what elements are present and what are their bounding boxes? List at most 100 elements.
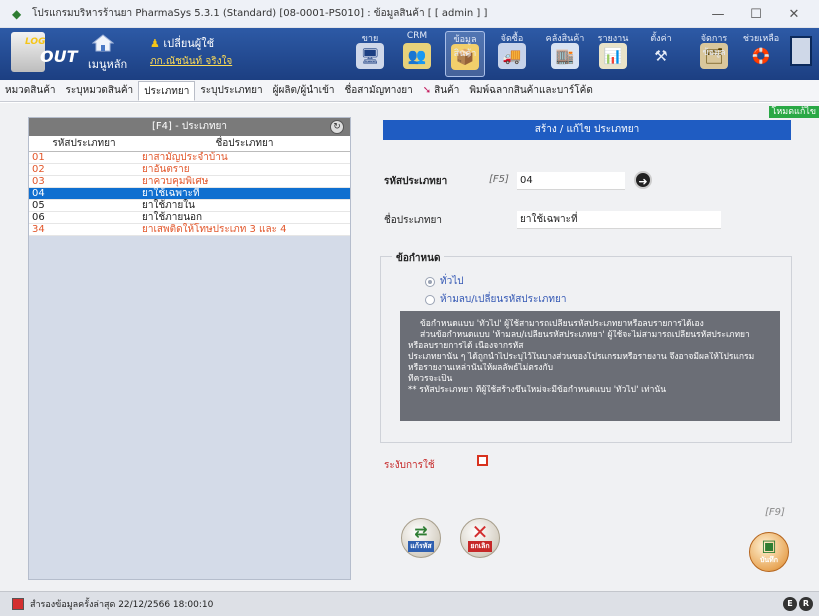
main-content: โหมดแก้ไข [F4] - ประเภทยา ↻ รหัสประเภทยา… (0, 103, 819, 591)
tab-assign-product-category[interactable]: ระบุหมวดสินค้า (61, 81, 139, 101)
row-code: 01 (32, 152, 45, 163)
note-line: หรือลบรายการได้ เนื่องจากรหัส (408, 341, 524, 351)
list-header: รหัสประเภทยา ชื่อประเภทยา (29, 136, 350, 152)
lookup-arrow-icon[interactable]: ➜ (634, 171, 652, 189)
ribbon-product-data-button[interactable]: ข้อมูลสินค้า 📦 (445, 31, 485, 77)
column-header-code[interactable]: รหัสประเภทยา (29, 136, 139, 151)
list-title-bar: [F4] - ประเภทยา ↻ (29, 118, 350, 136)
row-name: ยาใช้ภายนอก (142, 212, 203, 223)
code-hotkey-hint: [F5] (489, 174, 509, 185)
ribbon-settings-button[interactable]: ตั้งค่า ⚒ (641, 31, 681, 77)
close-button[interactable]: ✕ (775, 0, 813, 28)
note-line: ส่วนข้อกำหนดแบบ 'ห้ามลบ/เปลี่ยนรหัสประเภ… (420, 330, 750, 340)
minimize-button[interactable]: — (699, 0, 737, 28)
ribbon-warehouse-button[interactable]: คลังสินค้า 🏬 (545, 31, 585, 77)
save-button[interactable]: ▣ บันทึก (749, 532, 789, 572)
tab-product-category[interactable]: หมวดสินค้า (0, 81, 61, 101)
radio-dot-unchecked (425, 294, 435, 305)
note-line: หรือรายงานเหล่านั้นให้ผลลัพธ์ไม่ตรงกับ (408, 363, 554, 373)
radio-dot-checked (425, 276, 435, 287)
title-bar: ◆ โปรแกรมบริหารร้านยา PharmaSys 5.3.1 (S… (0, 0, 819, 28)
table-row[interactable]: 03 ยาควบคุมพิเศษ (29, 176, 350, 188)
tab-generic-name[interactable]: ชื่อสามัญทางยา (340, 81, 418, 101)
row-name: ยาอันตราย (142, 164, 190, 175)
help-lifebuoy-icon: 🛟 (751, 47, 771, 65)
tab-print-label-barcode[interactable]: พิมพ์ฉลากสินค้าและบาร์โค้ด (464, 81, 597, 101)
ribbon-crm-button[interactable]: CRM 👥 (397, 31, 437, 77)
ribbon-sales-label: ขาย (361, 34, 379, 44)
ribbon-sales-button[interactable]: ขาย 🖥 (350, 31, 390, 77)
note-line: ** รหัสประเภทยา ที่ผู้ใช้สร้างขึ้นใหม่จะ… (408, 385, 667, 395)
last-backup-text: สำรองข้อมูลครั้งล่าสุด 22/12/2566 18:00:… (30, 600, 214, 610)
user-switch-icon: ♟ (150, 37, 164, 50)
ribbon-data-management-label: จัดการข้อมูล (700, 34, 728, 58)
ribbon-product-data-label: ข้อมูลสินค้า (453, 35, 477, 59)
edit-mode-badge: โหมดแก้ไข (768, 106, 819, 118)
form-header: สร้าง / แก้ไข ประเภทยา (383, 120, 791, 140)
suspend-checkbox[interactable] (477, 455, 488, 466)
pill-icon: ➘ (422, 85, 432, 96)
badge-e-icon[interactable]: E (783, 597, 797, 611)
table-row[interactable]: 34 ยาเสพติดให้โทษประเภท 3 และ 4 (29, 224, 350, 236)
ribbon-purchase-label: จัดซื้อ (500, 34, 524, 44)
row-code: 03 (32, 176, 45, 187)
condition-note: ข้อกำหนดแบบ 'ทั่วไป' ผู้ใช้สามารถเปลี่ยน… (400, 311, 780, 421)
logout-top-label: LOG (25, 37, 46, 47)
radio-general[interactable]: ทั่วไป (425, 274, 464, 289)
cancel-button[interactable]: ✕ ยกเลิก (460, 518, 500, 558)
crm-icon: 👥 (403, 43, 431, 69)
switch-user-label: เปลี่ยนผู้ใช้ (163, 37, 215, 50)
cancel-label: ยกเลิก (468, 541, 492, 552)
home-menu-label[interactable]: เมนูหลัก (88, 55, 127, 73)
status-badges: E R (783, 597, 813, 611)
ribbon-help-label: ช่วยเหลือ (742, 34, 780, 44)
ribbon-report-button[interactable]: รายงาน 📊 (593, 31, 633, 77)
tab-product[interactable]: ➘ สินค้า (418, 81, 465, 101)
row-code: 05 (32, 200, 45, 211)
row-name: ยาใช้ภายใน (142, 200, 195, 211)
drug-type-list-panel: [F4] - ประเภทยา ↻ รหัสประเภทยา ชื่อประเภ… (28, 117, 351, 580)
ribbon-warehouse-label: คลังสินค้า (545, 34, 585, 44)
maximize-button[interactable]: ☐ (737, 0, 775, 28)
drug-type-code-input[interactable]: 04 (517, 172, 625, 190)
badge-r-icon[interactable]: R (799, 597, 813, 611)
ribbon-data-management-button[interactable]: จัดการข้อมูล 🗂 (692, 31, 736, 77)
table-row-selected[interactable]: 04 ยาใช้เฉพาะที่ (29, 188, 350, 200)
swap-arrow-icon: ⇄ (414, 522, 428, 541)
row-name: ยาใช้เฉพาะที่ (142, 188, 200, 199)
exit-program-icon[interactable] (790, 36, 812, 66)
current-user-link[interactable]: ภก.ณัชนันท์ จริงใจ (150, 54, 232, 69)
list-title: [F4] - ประเภทยา (151, 121, 228, 132)
tools-icon: ⚒ (654, 47, 668, 65)
table-row[interactable]: 06 ยาใช้ภายนอก (29, 212, 350, 224)
ribbon-purchase-button[interactable]: จัดซื้อ 🚚 (492, 31, 532, 77)
save-hotkey-hint: [F9] (765, 507, 785, 518)
ribbon-help-button[interactable]: ช่วยเหลือ 🛟 (741, 31, 781, 77)
radio-locked-label: ห้ามลบ/เปลี่ยนรหัสประเภทยา (440, 294, 567, 305)
drug-type-name-input[interactable]: ยาใช้เฉพาะที่ (517, 211, 721, 229)
table-row[interactable]: 05 ยาใช้ภายใน (29, 200, 350, 212)
suspend-label: ระงับการใช้ (384, 460, 435, 471)
note-line: ข้อกำหนดแบบ 'ทั่วไป' ผู้ใช้สามารถเปลี่ยน… (420, 319, 704, 329)
cancel-x-icon: ✕ (471, 520, 489, 544)
row-code: 02 (32, 164, 45, 175)
tab-manufacturer[interactable]: ผู้ผลิต/ผู้นำเข้า (268, 81, 340, 101)
refresh-icon[interactable]: ↻ (330, 120, 344, 134)
column-header-name[interactable]: ชื่อประเภทยา (139, 136, 350, 151)
main-ribbon: LOG OUT เมนูหลัก ♟ เปลี่ยนผู้ใช้ ภก.ณัชน… (0, 28, 819, 80)
drug-type-name-label: ชื่อประเภทยา (384, 215, 442, 226)
save-disk-icon: ▣ (761, 536, 777, 555)
home-icon[interactable] (92, 34, 114, 52)
table-row[interactable]: 01 ยาสามัญประจำบ้าน (29, 152, 350, 164)
tab-assign-drug-type[interactable]: ระบุประเภทยา (195, 81, 267, 101)
change-code-button[interactable]: ⇄ แก้รหัส (401, 518, 441, 558)
table-row[interactable]: 02 ยาอันตราย (29, 164, 350, 176)
radio-locked[interactable]: ห้ามลบ/เปลี่ยนรหัสประเภทยา (425, 292, 566, 307)
row-code: 06 (32, 212, 45, 223)
warehouse-icon: 🏬 (551, 43, 579, 69)
tab-drug-type[interactable]: ประเภทยา (138, 81, 196, 101)
report-icon: 📊 (599, 43, 627, 69)
logout-label[interactable]: OUT (40, 47, 78, 66)
ribbon-settings-label: ตั้งค่า (650, 34, 672, 44)
switch-user-button[interactable]: ♟ เปลี่ยนผู้ใช้ (150, 34, 214, 52)
